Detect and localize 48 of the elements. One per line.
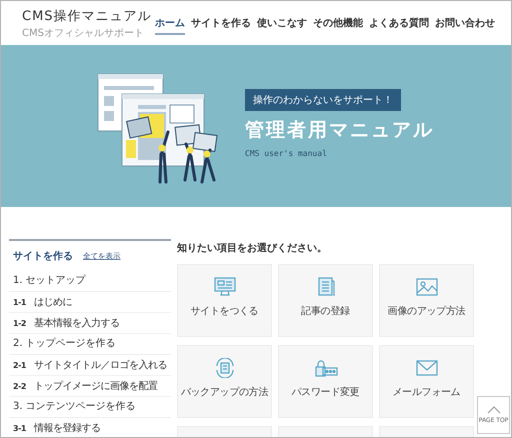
hero-badge: 操作のわからないをサポート！ (245, 88, 401, 110)
password-lock-icon (314, 358, 338, 378)
chevron-up-icon (486, 406, 500, 414)
section-heading: 1. セットアップ (9, 271, 171, 292)
item-label: 基本情報を入力する (34, 316, 120, 330)
monitor-icon (212, 277, 236, 297)
image-icon (414, 277, 438, 297)
section-heading: 3. コンテンツページを作る (9, 397, 171, 418)
section-heading: 知りたい項目をお選びください。 (177, 242, 328, 255)
menu-card[interactable]: メールフォーム (379, 345, 474, 418)
item-number: 2-1 (13, 360, 26, 370)
nav-link[interactable]: その他機能 (313, 16, 363, 34)
card-label: パスワード変更 (292, 386, 360, 399)
sidebar-item[interactable]: 2-1 サイトタイトル／ロゴを入れる (9, 355, 171, 376)
sidebar-item[interactable]: 2-2 トップイメージに画像を配置 (9, 376, 171, 397)
site-subtitle: CMSオフィシャルサポート (22, 26, 145, 40)
nav-link[interactable]: お問い合わせ (435, 16, 495, 34)
nav-link[interactable]: ホーム (155, 16, 185, 34)
nav-link[interactable]: 使いこなす (257, 16, 307, 34)
sidebar-item[interactable]: 3-1 情報を登録する (9, 418, 171, 437)
envelope-icon (414, 358, 438, 378)
item-number: 2-2 (13, 382, 26, 390)
item-number: 3-1 (13, 424, 26, 432)
card-label: 記事の登録 (301, 304, 350, 318)
hero-subtitle: CMS user's manual (245, 148, 327, 158)
site-logo-title[interactable]: CMS操作マニュアル (22, 6, 152, 24)
hero-title: 管理者用マニュアル (245, 118, 434, 142)
nav-link[interactable]: サイトを作る (191, 16, 251, 34)
menu-card[interactable]: バックアップの方法 (177, 345, 272, 418)
sidebar-item[interactable]: 1-2 基本情報を入力する (9, 313, 171, 334)
item-label: はじめに (34, 296, 72, 309)
menu-card[interactable]: 画像のアップ方法 (379, 264, 474, 337)
menu-card[interactable]: パスワード変更 (278, 345, 373, 418)
item-number: 1-1 (13, 298, 26, 306)
card-label: メールフォーム (392, 386, 460, 399)
nav-link[interactable]: よくある質問 (369, 16, 429, 34)
item-label: サイトタイトル／ロゴを入れる (34, 358, 167, 372)
card-label: バックアップの方法 (180, 386, 268, 399)
menu-card[interactable]: サイトをつくる (177, 264, 272, 337)
card-label: サイトをつくる (190, 305, 258, 318)
menu-card[interactable]: 記事の登録 (278, 264, 373, 337)
sidebar-item[interactable]: 1-1 はじめに (9, 292, 171, 313)
sidebar-title: サイトを作る (13, 250, 73, 263)
item-number: 1-2 (13, 318, 26, 328)
item-label: トップイメージに画像を配置 (34, 380, 158, 393)
section-heading: 2. トップページを作る (9, 334, 171, 355)
item-label: 情報を登録する (34, 422, 100, 435)
card-label: 画像のアップ方法 (388, 304, 466, 318)
